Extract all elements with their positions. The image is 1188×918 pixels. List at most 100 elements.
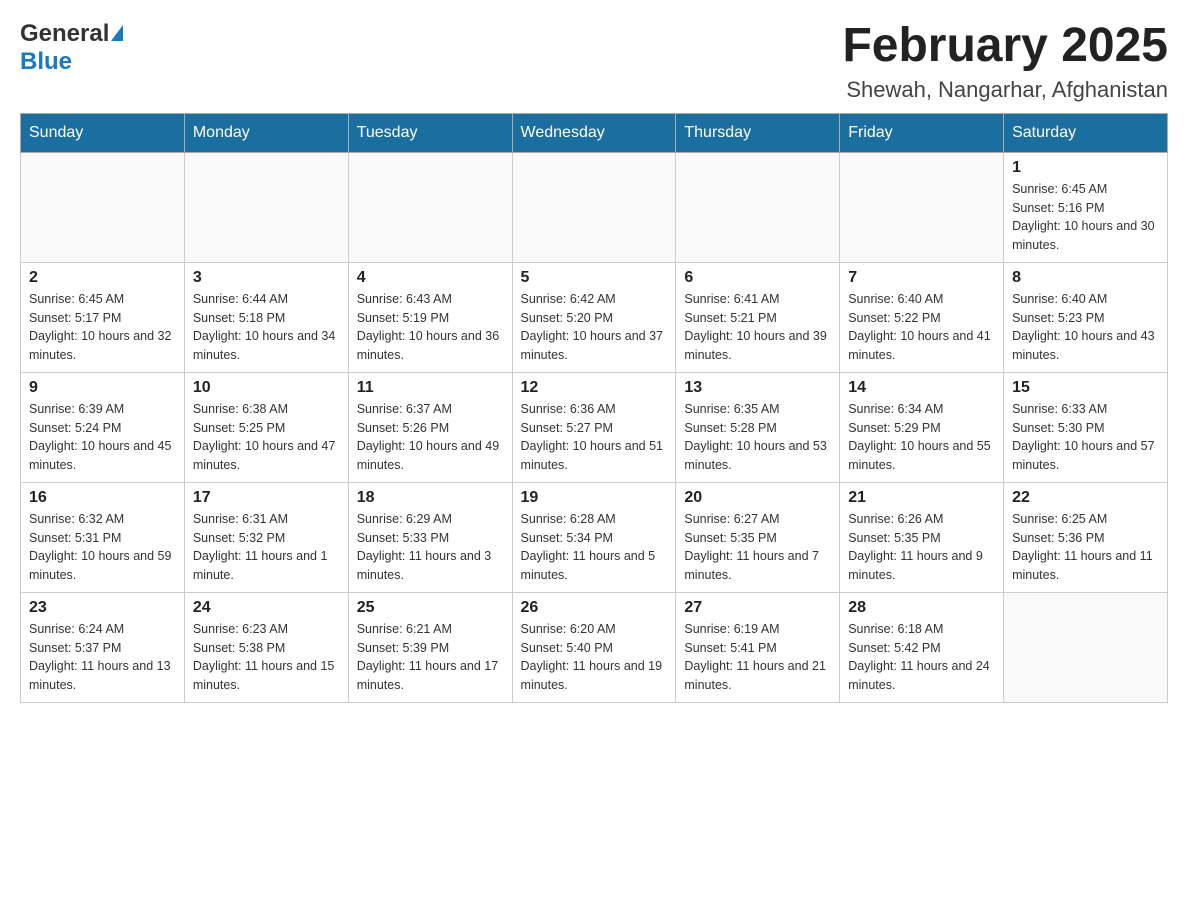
logo-blue-text: Blue [20,48,72,75]
sun-info: Sunrise: 6:28 AMSunset: 5:34 PMDaylight:… [521,510,668,585]
day-number: 12 [521,379,668,397]
table-row: 22Sunrise: 6:25 AMSunset: 5:36 PMDayligh… [1004,482,1168,592]
sun-info: Sunrise: 6:38 AMSunset: 5:25 PMDaylight:… [193,400,340,475]
sun-info: Sunrise: 6:42 AMSunset: 5:20 PMDaylight:… [521,290,668,365]
sun-info: Sunrise: 6:27 AMSunset: 5:35 PMDaylight:… [684,510,831,585]
header-monday: Monday [184,113,348,152]
calendar-week-row: 1 Sunrise: 6:45 AMSunset: 5:16 PMDaylight… [21,152,1168,262]
table-row: 20 Sunrise: 6:27 AMSunset: 5:35 PMDayligh… [676,482,840,592]
table-row: 9Sunrise: 6:39 AMSunset: 5:24 PMDaylight… [21,372,185,482]
day-number: 20 [684,489,831,507]
day-number: 7 [848,269,995,287]
table-row: 2Sunrise: 6:45 AMSunset: 5:17 PMDaylight… [21,262,185,372]
day-number: 3 [193,269,340,287]
table-row [676,152,840,262]
day-number: 26 [521,599,668,617]
sun-info: Sunrise: 6:31 AMSunset: 5:32 PMDaylight:… [193,510,340,585]
table-row: 23 Sunrise: 6:24 AMSunset: 5:37 PMDayligh… [21,592,185,702]
table-row: 18 Sunrise: 6:29 AMSunset: 5:33 PMDayligh… [348,482,512,592]
sun-info: Sunrise: 6:24 AMSunset: 5:37 PMDaylight:… [29,620,176,695]
sun-info: Sunrise: 6:18 AMSunset: 5:42 PMDaylight:… [848,620,995,695]
day-number: 14 [848,379,995,397]
day-number: 11 [357,379,504,397]
day-number: 25 [357,599,504,617]
logo-triangle-icon [111,25,123,41]
day-number: 19 [521,489,668,507]
table-row [184,152,348,262]
sun-info: Sunrise: 6:35 AMSunset: 5:28 PMDaylight:… [684,400,831,475]
day-number: 24 [193,599,340,617]
logo-general-text: General [20,20,109,48]
day-number: 21 [848,489,995,507]
sun-info: Sunrise: 6:26 AMSunset: 5:35 PMDaylight:… [848,510,995,585]
sun-info: Sunrise: 6:37 AMSunset: 5:26 PMDaylight:… [357,400,504,475]
sun-info: Sunrise: 6:44 AMSunset: 5:18 PMDaylight:… [193,290,340,365]
calendar-title: February 2025 [842,20,1168,73]
sun-info: Sunrise: 6:19 AMSunset: 5:41 PMDaylight:… [684,620,831,695]
sun-info: Sunrise: 6:25 AMSunset: 5:36 PMDaylight:… [1012,510,1159,585]
table-row: 14 Sunrise: 6:34 AMSunset: 5:29 PMDayligh… [840,372,1004,482]
day-number: 18 [357,489,504,507]
sun-info: Sunrise: 6:23 AMSunset: 5:38 PMDaylight:… [193,620,340,695]
sun-info: Sunrise: 6:20 AMSunset: 5:40 PMDaylight:… [521,620,668,695]
table-row: 10 Sunrise: 6:38 AMSunset: 5:25 PMDayligh… [184,372,348,482]
sun-info: Sunrise: 6:33 AMSunset: 5:30 PMDaylight:… [1012,400,1159,475]
table-row: 11 Sunrise: 6:37 AMSunset: 5:26 PMDayligh… [348,372,512,482]
logo: General Blue [20,20,123,76]
table-row: 21 Sunrise: 6:26 AMSunset: 5:35 PMDayligh… [840,482,1004,592]
day-number: 5 [521,269,668,287]
calendar-subtitle: Shewah, Nangarhar, Afghanistan [842,77,1168,103]
table-row: 13Sunrise: 6:35 AMSunset: 5:28 PMDayligh… [676,372,840,482]
day-number: 28 [848,599,995,617]
sun-info: Sunrise: 6:36 AMSunset: 5:27 PMDaylight:… [521,400,668,475]
table-row: 26 Sunrise: 6:20 AMSunset: 5:40 PMDayligh… [512,592,676,702]
day-number: 1 [1012,159,1159,177]
table-row [348,152,512,262]
header-tuesday: Tuesday [348,113,512,152]
weekday-header-row: Sunday Monday Tuesday Wednesday Thursday… [21,113,1168,152]
header-thursday: Thursday [676,113,840,152]
table-row: 1 Sunrise: 6:45 AMSunset: 5:16 PMDaylight… [1004,152,1168,262]
table-row [512,152,676,262]
day-number: 16 [29,489,176,507]
header-saturday: Saturday [1004,113,1168,152]
sun-info: Sunrise: 6:45 AMSunset: 5:16 PMDaylight:… [1012,180,1159,255]
calendar-week-row: 2Sunrise: 6:45 AMSunset: 5:17 PMDaylight… [21,262,1168,372]
day-number: 23 [29,599,176,617]
header-friday: Friday [840,113,1004,152]
sun-info: Sunrise: 6:41 AMSunset: 5:21 PMDaylight:… [684,290,831,365]
sun-info: Sunrise: 6:40 AMSunset: 5:23 PMDaylight:… [1012,290,1159,365]
table-row: 16 Sunrise: 6:32 AMSunset: 5:31 PMDayligh… [21,482,185,592]
page-header: General Blue February 2025 Shewah, Nanga… [20,20,1168,103]
table-row: 3 Sunrise: 6:44 AMSunset: 5:18 PMDaylight… [184,262,348,372]
calendar-week-row: 23 Sunrise: 6:24 AMSunset: 5:37 PMDayligh… [21,592,1168,702]
table-row: 19 Sunrise: 6:28 AMSunset: 5:34 PMDayligh… [512,482,676,592]
table-row: 7Sunrise: 6:40 AMSunset: 5:22 PMDaylight… [840,262,1004,372]
sun-info: Sunrise: 6:34 AMSunset: 5:29 PMDaylight:… [848,400,995,475]
table-row: 24 Sunrise: 6:23 AMSunset: 5:38 PMDayligh… [184,592,348,702]
calendar-table: Sunday Monday Tuesday Wednesday Thursday… [20,113,1168,703]
day-number: 27 [684,599,831,617]
day-number: 15 [1012,379,1159,397]
table-row: 8 Sunrise: 6:40 AMSunset: 5:23 PMDaylight… [1004,262,1168,372]
table-row: 12 Sunrise: 6:36 AMSunset: 5:27 PMDayligh… [512,372,676,482]
table-row: 4Sunrise: 6:43 AMSunset: 5:19 PMDaylight… [348,262,512,372]
header-wednesday: Wednesday [512,113,676,152]
title-block: February 2025 Shewah, Nangarhar, Afghani… [842,20,1168,103]
sun-info: Sunrise: 6:29 AMSunset: 5:33 PMDaylight:… [357,510,504,585]
table-row [1004,592,1168,702]
table-row: 25Sunrise: 6:21 AMSunset: 5:39 PMDayligh… [348,592,512,702]
day-number: 2 [29,269,176,287]
day-number: 6 [684,269,831,287]
table-row: 5 Sunrise: 6:42 AMSunset: 5:20 PMDaylight… [512,262,676,372]
day-number: 8 [1012,269,1159,287]
day-number: 10 [193,379,340,397]
calendar-week-row: 9Sunrise: 6:39 AMSunset: 5:24 PMDaylight… [21,372,1168,482]
day-number: 17 [193,489,340,507]
sun-info: Sunrise: 6:39 AMSunset: 5:24 PMDaylight:… [29,400,176,475]
table-row: 27 Sunrise: 6:19 AMSunset: 5:41 PMDayligh… [676,592,840,702]
sun-info: Sunrise: 6:32 AMSunset: 5:31 PMDaylight:… [29,510,176,585]
table-row [21,152,185,262]
table-row: 15 Sunrise: 6:33 AMSunset: 5:30 PMDayligh… [1004,372,1168,482]
day-number: 4 [357,269,504,287]
